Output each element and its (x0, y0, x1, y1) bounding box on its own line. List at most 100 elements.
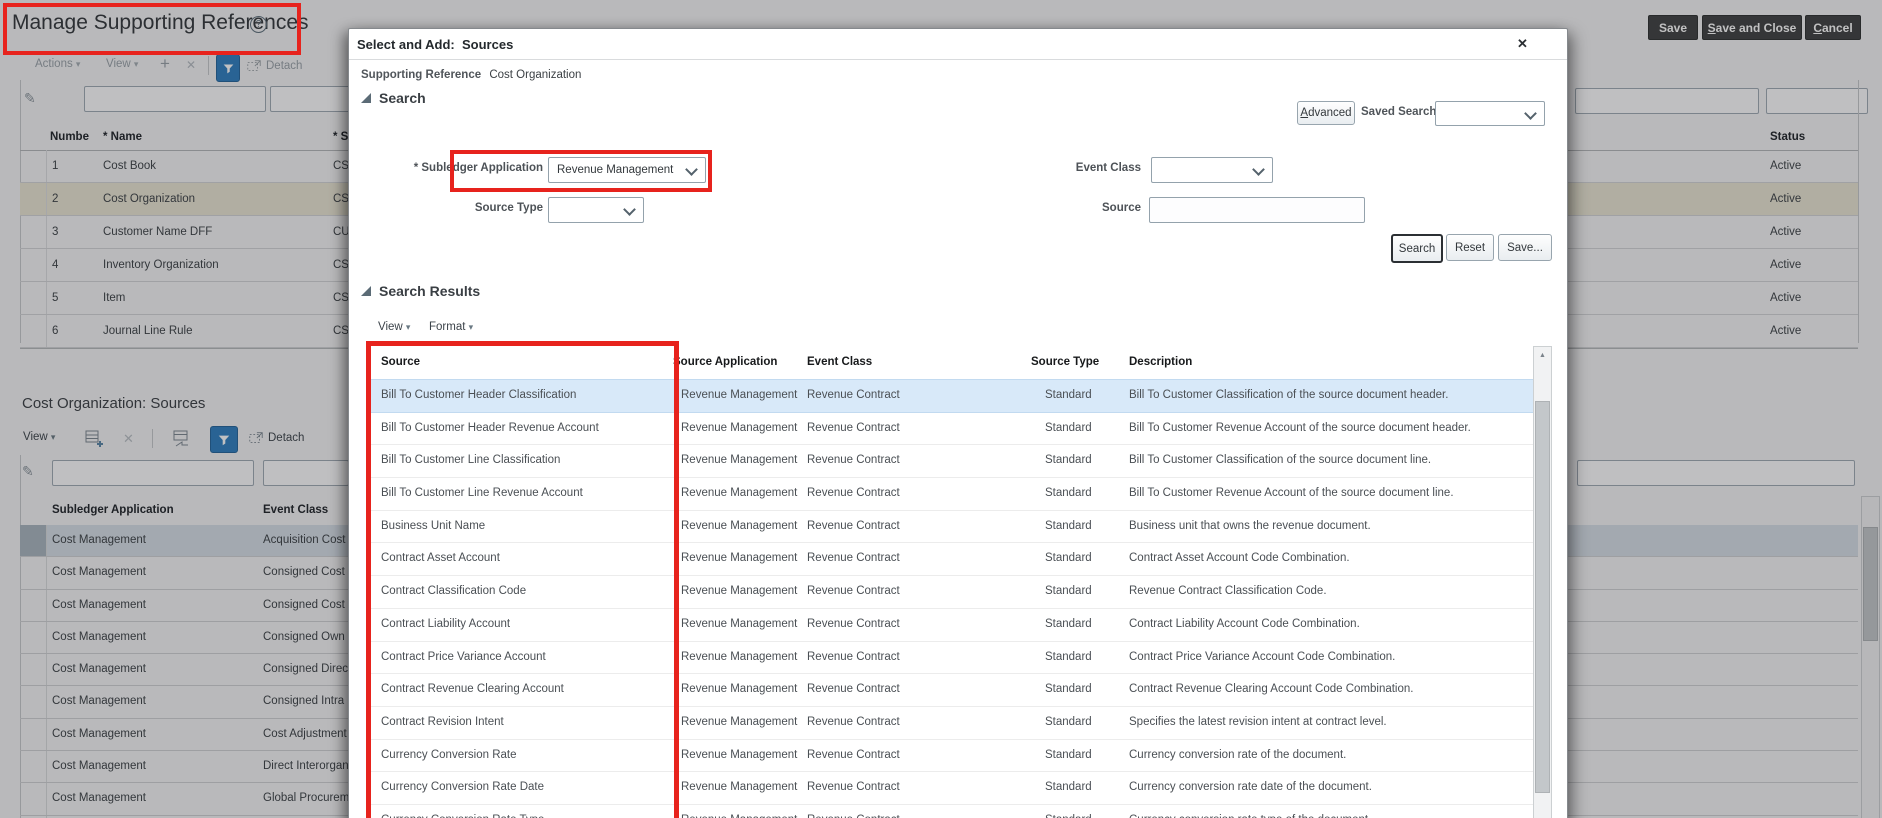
results-row[interactable]: Contract Liability Account Revenue Manag… (369, 609, 1533, 642)
cell-description: Currency conversion rate of the document… (1129, 748, 1347, 761)
advanced-accesskey: A (1300, 107, 1309, 119)
cell-source-application: Revenue Management (681, 617, 798, 630)
save-search-button[interactable]: Save... (1498, 234, 1552, 261)
cell-source: Currency Conversion Rate Date (381, 781, 544, 794)
close-icon[interactable]: ✕ (1517, 36, 1528, 52)
cell-event-class: Revenue Contract (807, 748, 900, 761)
supporting-reference-value: Cost Organization (489, 69, 582, 81)
cell-description: Business unit that owns the revenue docu… (1129, 519, 1371, 532)
cell-source-application: Revenue Management (681, 781, 798, 794)
select-and-add-sources-dialog: Select and Add: Sources ✕ Supporting Ref… (348, 28, 1568, 818)
cell-description: Bill To Customer Classification of the s… (1129, 389, 1449, 401)
column-header-source-type[interactable]: Source Type (1031, 346, 1099, 378)
search-section-title: Search (379, 90, 426, 106)
results-row[interactable]: Contract Revenue Clearing Account Revenu… (369, 674, 1533, 707)
results-row[interactable]: Bill To Customer Line Classification Rev… (369, 445, 1533, 479)
cell-source-application: Revenue Management (681, 683, 798, 696)
cell-source: Bill To Customer Line Classification (381, 454, 561, 467)
results-row[interactable]: Contract Price Variance Account Revenue … (369, 642, 1533, 675)
results-row[interactable]: Bill To Customer Header Revenue Account … (369, 413, 1533, 446)
results-table-body: Bill To Customer Header Classification R… (369, 379, 1533, 818)
results-row[interactable]: Contract Asset Account Revenue Managemen… (369, 543, 1533, 577)
results-row[interactable]: Bill To Customer Line Revenue Account Re… (369, 478, 1533, 511)
results-row[interactable]: Contract Classification Code Revenue Man… (369, 576, 1533, 609)
results-row[interactable]: Currency Conversion Rate Type Revenue Ma… (369, 805, 1533, 818)
cell-event-class: Revenue Contract (807, 781, 900, 794)
cell-source-type: Standard (1045, 805, 1092, 818)
cell-event-class: Revenue Contract (807, 683, 900, 696)
source-type-label: Source Type (474, 202, 543, 214)
cell-source-type: Standard (1045, 519, 1092, 532)
cell-event-class: Revenue Contract (807, 454, 900, 467)
results-section-toggle-icon[interactable] (361, 286, 371, 296)
dialog-header: Select and Add: Sources ✕ (349, 29, 1567, 60)
column-header-description[interactable]: Description (1129, 346, 1192, 378)
required-asterisk: * (413, 162, 419, 174)
results-row[interactable]: Business Unit Name Revenue Management Re… (369, 511, 1533, 544)
cell-source-application: Revenue Management (681, 552, 798, 565)
cell-description: Revenue Contract Classification Code. (1129, 585, 1327, 598)
cell-source: Contract Revenue Clearing Account (381, 683, 564, 696)
results-format-menu[interactable]: Format ▾ (429, 321, 473, 333)
results-scrollbar[interactable]: ▲ (1533, 346, 1552, 818)
cell-event-class: Revenue Contract (807, 805, 900, 818)
results-row[interactable]: Bill To Customer Header Classification R… (369, 379, 1533, 413)
source-input[interactable] (1149, 197, 1365, 223)
saved-search-select[interactable] (1435, 101, 1545, 126)
column-header-source-application[interactable]: Source Application (673, 346, 777, 378)
results-row[interactable]: Currency Conversion Rate Date Revenue Ma… (369, 772, 1533, 805)
cell-source: Currency Conversion Rate Type (381, 805, 544, 818)
column-header-source[interactable]: Source (381, 346, 420, 378)
cell-source-application: Revenue Management (681, 421, 798, 434)
source-type-select[interactable] (548, 197, 644, 223)
cell-source-type: Standard (1045, 617, 1092, 630)
cell-description: Contract Asset Account Code Combination. (1129, 552, 1350, 565)
cell-description: Bill To Customer Classification of the s… (1129, 454, 1432, 467)
cell-source-application: Revenue Management (681, 454, 798, 467)
cell-source-type: Standard (1045, 683, 1092, 696)
cell-description: Bill To Customer Revenue Account of the … (1129, 421, 1471, 434)
saved-search-label: Saved Search (1361, 106, 1437, 118)
cell-event-class: Revenue Contract (807, 421, 900, 434)
cell-source-application: Revenue Management (681, 715, 798, 728)
cell-source-application: Revenue Management (681, 487, 798, 500)
cell-source: Contract Revision Intent (381, 715, 504, 728)
results-section-title: Search Results (379, 283, 481, 299)
advanced-rest: dvanced (1308, 107, 1352, 119)
cell-source-application: Revenue Management (681, 748, 798, 761)
search-button[interactable]: Search (1391, 234, 1443, 263)
subledger-application-select[interactable]: Revenue Management (548, 157, 706, 183)
results-table-header: Source Source Application Event Class So… (369, 346, 1533, 380)
cell-description: Contract Revenue Clearing Account Code C… (1129, 683, 1414, 696)
results-view-menu[interactable]: View ▾ (378, 321, 410, 333)
results-row[interactable]: Contract Revision Intent Revenue Managem… (369, 707, 1533, 740)
cell-description: Specifies the latest revision intent at … (1129, 715, 1387, 728)
scrollbar-thumb[interactable] (1535, 401, 1550, 793)
cell-event-class: Revenue Contract (807, 715, 900, 728)
scroll-up-icon[interactable]: ▲ (1534, 352, 1551, 359)
caret-down-icon: ▾ (405, 322, 411, 332)
chevron-down-icon (1252, 163, 1265, 176)
cell-description: Contract Price Variance Account Code Com… (1129, 650, 1396, 663)
cell-event-class: Revenue Contract (807, 585, 900, 598)
cell-source: Contract Price Variance Account (381, 650, 546, 663)
cell-source: Contract Classification Code (381, 585, 527, 598)
event-class-select[interactable] (1151, 157, 1273, 183)
cell-source: Contract Liability Account (381, 617, 511, 630)
cell-description: Currency conversion rate date of the doc… (1129, 781, 1372, 794)
cell-source-type: Standard (1045, 715, 1092, 728)
advanced-button[interactable]: Advanced (1297, 101, 1355, 125)
chevron-down-icon (623, 203, 636, 216)
reset-button[interactable]: Reset (1446, 234, 1494, 261)
cell-source: Business Unit Name (381, 519, 486, 532)
cell-source-type: Standard (1045, 487, 1092, 500)
search-section-toggle-icon[interactable] (361, 93, 371, 103)
cell-source-application: Revenue Management (681, 389, 798, 401)
cell-source: Currency Conversion Rate (381, 748, 517, 761)
cell-description: Contract Liability Account Code Combinat… (1129, 617, 1360, 630)
column-header-event-class[interactable]: Event Class (807, 346, 872, 378)
subledger-application-value: Revenue Management (557, 164, 674, 176)
cell-event-class: Revenue Contract (807, 519, 900, 532)
cell-source-application: Revenue Management (681, 650, 798, 663)
results-row[interactable]: Currency Conversion Rate Revenue Managem… (369, 740, 1533, 773)
